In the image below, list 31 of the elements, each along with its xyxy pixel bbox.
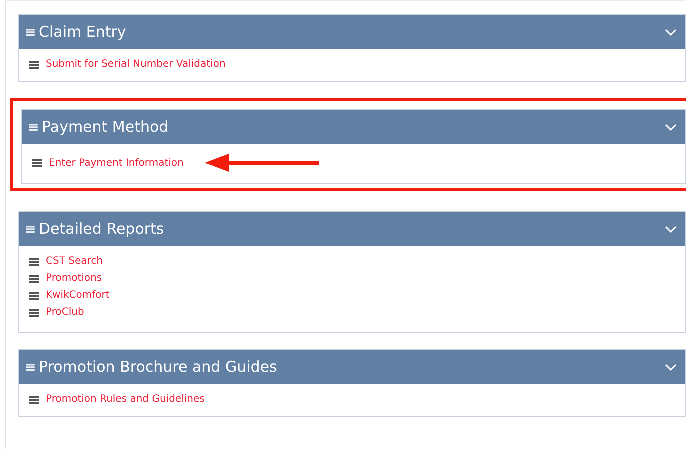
link[interactable]: KwikComfort	[46, 290, 110, 301]
list-icon	[29, 396, 39, 404]
link[interactable]: ProClub	[46, 307, 84, 318]
list-icon	[29, 274, 39, 282]
panel-header[interactable]: Detailed Reports	[19, 212, 685, 246]
list-icon	[29, 308, 39, 316]
list-icon	[29, 258, 39, 266]
panel-header[interactable]: Claim Entry	[19, 15, 685, 49]
panel-header[interactable]: Payment Method	[22, 110, 685, 144]
chevron-down-icon[interactable]	[665, 364, 677, 370]
list-icon	[29, 60, 39, 68]
link[interactable]: Promotions	[46, 273, 102, 284]
list-icon	[32, 159, 42, 167]
chevron-down-icon[interactable]	[665, 28, 677, 36]
menu-icon	[26, 226, 35, 232]
arrow-icon	[204, 154, 319, 172]
chevron-down-icon[interactable]	[665, 124, 677, 130]
menu-icon	[29, 124, 38, 130]
menu-icon	[26, 364, 35, 370]
panel-title: Promotion Brochure and Guides	[39, 358, 278, 376]
menu-icon	[26, 28, 35, 36]
panel-header[interactable]: Promotion Brochure and Guides	[19, 350, 685, 384]
link[interactable]: Submit for Serial Number Validation	[46, 59, 226, 70]
chevron-down-icon[interactable]	[665, 226, 677, 232]
panel-title: Claim Entry	[39, 23, 128, 41]
link[interactable]: Promotion Rules and Guidelines	[46, 394, 205, 405]
link[interactable]: Enter Payment Information	[49, 158, 184, 168]
link[interactable]: CST Search	[46, 256, 103, 267]
panel-title: Detailed Reports	[39, 220, 166, 238]
list-icon	[29, 292, 39, 300]
panel-title: Payment Method	[42, 118, 170, 136]
